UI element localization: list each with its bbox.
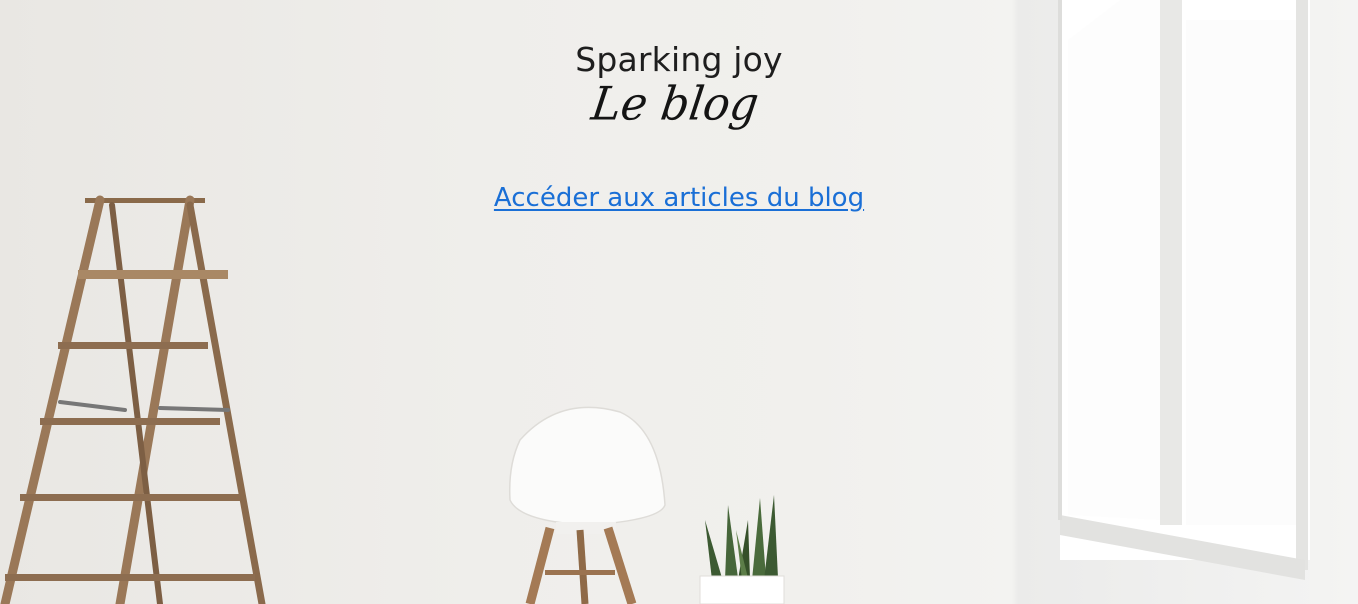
- logo-subtitle: Le blog: [588, 77, 762, 132]
- blog-articles-link[interactable]: Accéder aux articles du blog: [494, 183, 864, 213]
- plant: [699, 495, 785, 604]
- ladder: [0, 195, 266, 604]
- logo-title: Sparking joy: [575, 40, 783, 79]
- site-logo: Sparking joy Le blog: [0, 40, 1358, 132]
- chair: [508, 406, 666, 604]
- link-row: Accéder aux articles du blog: [0, 183, 1358, 213]
